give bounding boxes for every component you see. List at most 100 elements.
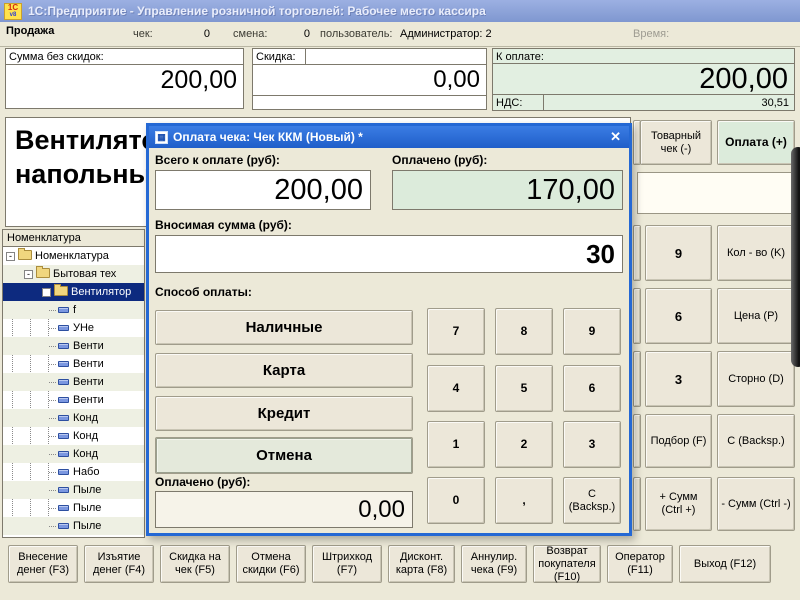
item-icon (58, 307, 69, 313)
price-button[interactable]: Цена (P) (717, 288, 795, 344)
sum-without-discount-box: Сумма без скидок: 200,00 (5, 48, 244, 110)
tree-item-label: Набо (73, 466, 99, 478)
minus-sum-button[interactable]: - Сумм (Ctrl -) (717, 477, 795, 531)
expander-icon[interactable] (24, 270, 33, 279)
tree-item[interactable]: Пыле (3, 517, 144, 535)
tree-item[interactable]: Венти (3, 391, 144, 409)
pick-button[interactable]: Подбор (F) (645, 414, 712, 468)
tree-item[interactable]: Конд (3, 409, 144, 427)
tree-item[interactable]: Конд (3, 427, 144, 445)
folder-icon (18, 250, 32, 260)
exit-button[interactable]: Выход (F12) (679, 545, 771, 583)
card-method-button[interactable]: Карта (155, 353, 413, 388)
expander-icon[interactable] (6, 252, 15, 261)
tree-item[interactable]: Пыле (3, 499, 144, 517)
key-3-main[interactable]: 3 (645, 351, 712, 407)
numpad-key-decimal[interactable]: , (495, 477, 553, 524)
total-due-label: Всего к оплате (руб): (155, 153, 280, 167)
tree-item[interactable]: Набо (3, 463, 144, 481)
tree-item-group-selected[interactable]: Вентилятор (3, 283, 144, 301)
hidden-button-sliver (633, 288, 641, 344)
folder-icon (54, 286, 68, 296)
numpad-key-0[interactable]: 0 (427, 477, 485, 524)
tree-item[interactable]: Венти (3, 337, 144, 355)
entered-amount-input[interactable]: 30 (155, 235, 623, 273)
tree-item-label: Венти (73, 340, 104, 352)
numpad-key-backspace[interactable]: С (Backsp.) (563, 477, 621, 524)
customer-return-button[interactable]: Возврат покупателя (F10) (533, 545, 601, 583)
tree-connector (49, 364, 56, 365)
tree-item-label: f (73, 304, 76, 316)
discount-card-button[interactable]: Дисконт. карта (F8) (388, 545, 455, 583)
tree-connector (49, 346, 56, 347)
check-label: чек: (133, 28, 153, 40)
credit-method-button[interactable]: Кредит (155, 396, 413, 431)
cancel-button[interactable]: Отмена (155, 437, 413, 474)
tree-item-label: УНе (73, 322, 94, 334)
tree-item[interactable]: УНе (3, 319, 144, 337)
discount-box: Скидка: 0,00 (252, 48, 487, 110)
paid-bottom-label: Оплачено (руб): (155, 475, 250, 489)
numpad-key-9[interactable]: 9 (563, 308, 621, 355)
cancel-discount-button[interactable]: Отмена скидки (F6) (236, 545, 306, 583)
cash-out-button[interactable]: Изъятие денег (F4) (84, 545, 154, 583)
numpad-key-6[interactable]: 6 (563, 365, 621, 412)
storno-button[interactable]: Сторно (D) (717, 351, 795, 407)
payment-button[interactable]: Оплата (+) (717, 120, 795, 165)
tree-connector (49, 328, 56, 329)
numpad-key-2[interactable]: 2 (495, 421, 553, 468)
paid-bottom-field: 0,00 (155, 491, 413, 528)
numpad-key-7[interactable]: 7 (427, 308, 485, 355)
function-key-bar: Внесение денег (F3) Изъятие денег (F4) С… (8, 545, 771, 583)
quantity-button[interactable]: Кол - во (K) (717, 225, 795, 281)
barcode-button[interactable]: Штрихкод (F7) (312, 545, 382, 583)
tree-item[interactable]: Венти (3, 355, 144, 373)
discount-value: 0,00 (252, 64, 487, 96)
item-icon (58, 325, 69, 331)
payable-box: К оплате: 200,00 НДС: 30,51 (492, 48, 795, 111)
nomenclature-panel[interactable]: Номенклатура Номенклатура Бытовая тех Ве… (2, 229, 145, 538)
close-icon[interactable]: ✕ (608, 129, 623, 145)
clear-backspace-button[interactable]: С (Backsp.) (717, 414, 795, 468)
item-icon (58, 343, 69, 349)
numpad-key-4[interactable]: 4 (427, 365, 485, 412)
goods-receipt-button[interactable]: Товарный чек (-) (640, 120, 712, 165)
expander-icon[interactable] (42, 288, 51, 297)
tree-item-label: Венти (73, 358, 104, 370)
tree-item-label: Венти (73, 376, 104, 388)
tree-connector (49, 508, 56, 509)
tree-item-label: Пыле (73, 520, 101, 532)
void-check-button[interactable]: Аннулир. чека (F9) (461, 545, 527, 583)
tree-item[interactable]: Конд (3, 445, 144, 463)
folder-icon (36, 268, 50, 278)
plus-sum-button[interactable]: + Сумм (Ctrl +) (645, 477, 712, 531)
dialog-titlebar[interactable]: Оплата чека: Чек ККМ (Новый) * ✕ (149, 126, 629, 148)
hidden-button-sliver (633, 477, 641, 531)
tree-item[interactable]: Венти (3, 373, 144, 391)
tree-connector (49, 490, 56, 491)
payment-method-label: Способ оплаты: (155, 285, 252, 299)
tree-item[interactable]: Пыле (3, 481, 144, 499)
tree-item[interactable]: f (3, 301, 144, 319)
operator-button[interactable]: Оператор (F11) (607, 545, 673, 583)
numpad-key-3[interactable]: 3 (563, 421, 621, 468)
cash-method-button[interactable]: Наличные (155, 310, 413, 345)
item-icon (58, 361, 69, 367)
numpad-key-8[interactable]: 8 (495, 308, 553, 355)
key-9-main[interactable]: 9 (645, 225, 712, 281)
tree-connector (49, 418, 56, 419)
item-icon (58, 523, 69, 529)
discount-extra-field (252, 95, 487, 110)
cash-in-button[interactable]: Внесение денег (F3) (8, 545, 78, 583)
numpad-key-1[interactable]: 1 (427, 421, 485, 468)
tree-item-label: Конд (73, 430, 98, 442)
tree-item-label: Конд (73, 412, 98, 424)
key-6-main[interactable]: 6 (645, 288, 712, 344)
tree-item-label: Бытовая тех (53, 268, 116, 280)
tree-item-group[interactable]: Бытовая тех (3, 265, 144, 283)
tree-item-root[interactable]: Номенклатура (3, 247, 144, 265)
side-scroll-handle[interactable] (791, 147, 800, 367)
numpad-key-5[interactable]: 5 (495, 365, 553, 412)
check-discount-button[interactable]: Скидка на чек (F5) (160, 545, 230, 583)
item-icon (58, 451, 69, 457)
